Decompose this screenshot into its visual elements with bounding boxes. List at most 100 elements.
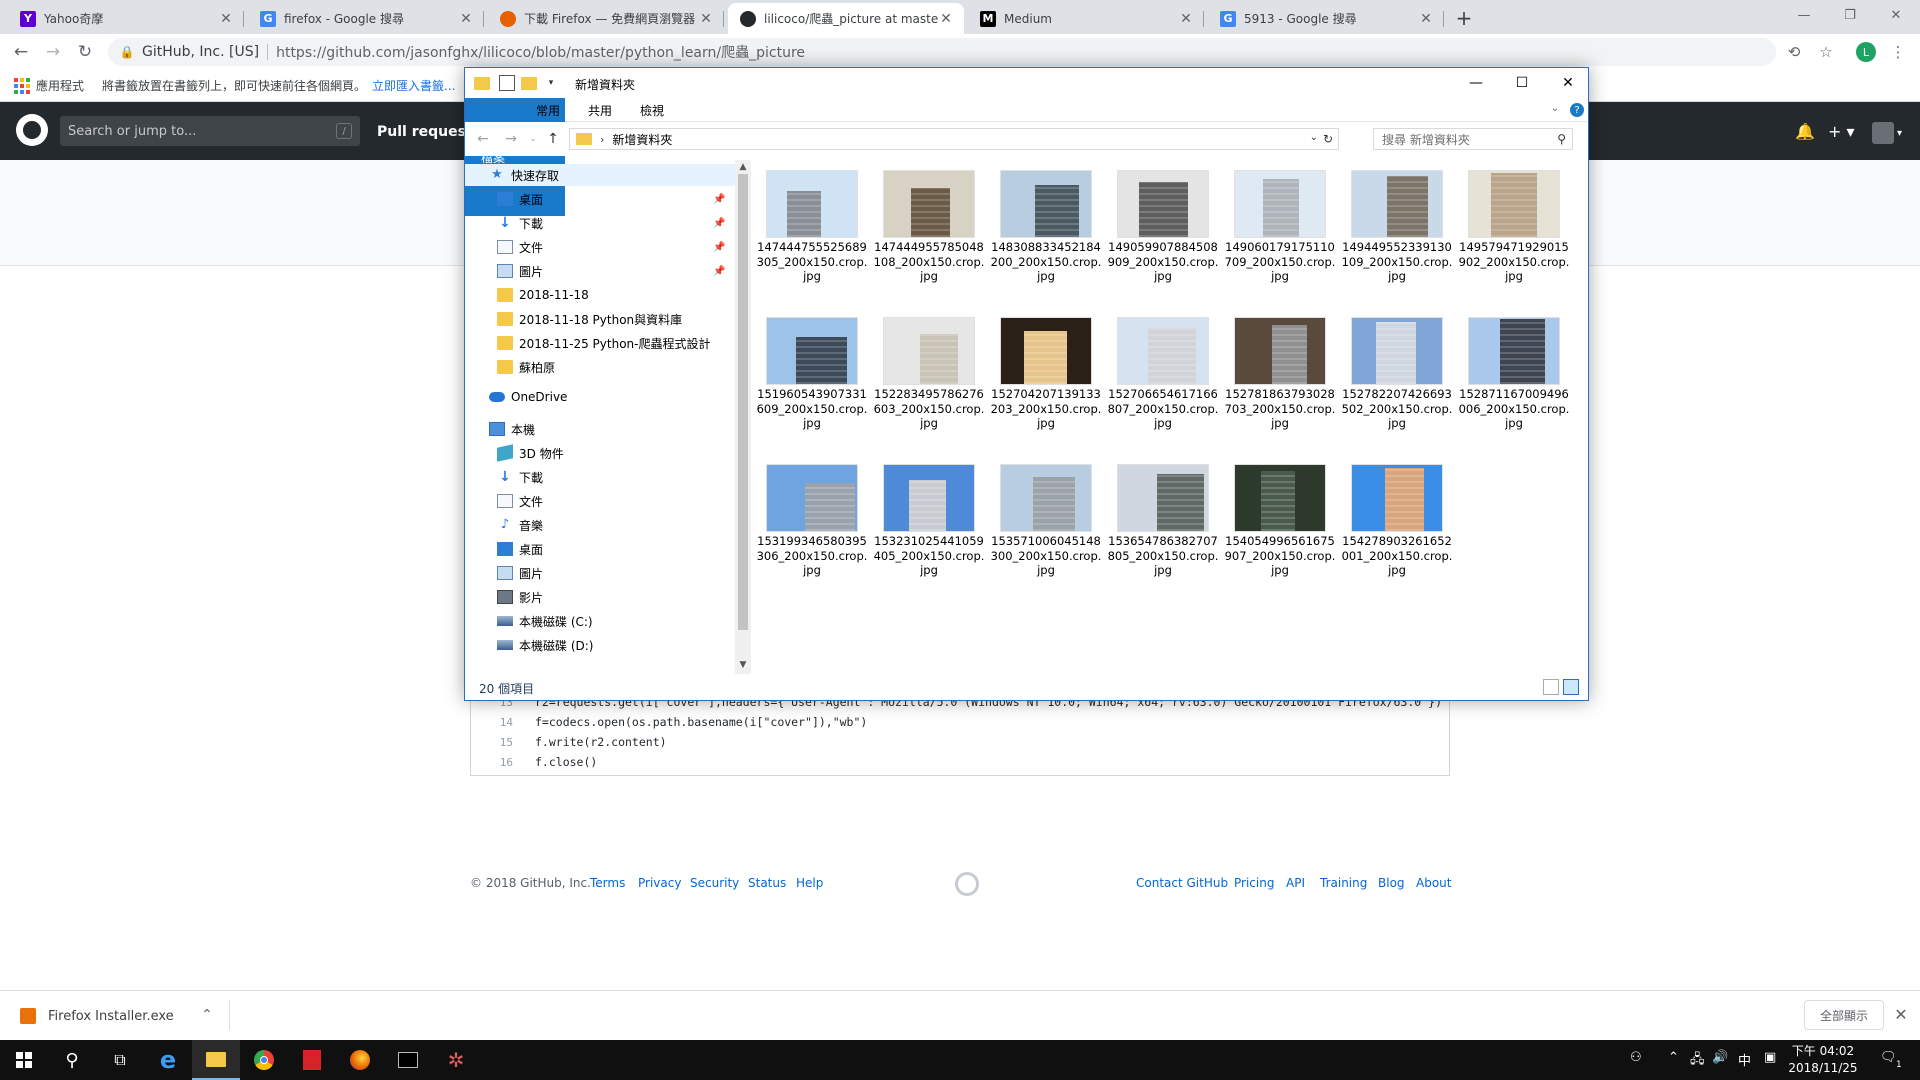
nav-item[interactable]: 圖片 bbox=[465, 562, 735, 584]
terminal-icon[interactable] bbox=[384, 1040, 432, 1080]
explorer-search-input[interactable]: 搜尋 新增資料夾 ⚲ bbox=[1373, 128, 1573, 150]
scroll-down-icon[interactable]: ▼ bbox=[738, 660, 748, 670]
browser-tab[interactable]: Y Yahoo奇摩 ✕ bbox=[8, 3, 244, 34]
nav-item[interactable]: ★ 快速存取 bbox=[465, 164, 735, 186]
new-folder-icon[interactable] bbox=[521, 77, 537, 90]
tab-close-icon[interactable]: ✕ bbox=[1418, 11, 1434, 27]
file-item[interactable]: 149059907884508909_200x150.crop.jpg bbox=[1106, 160, 1218, 283]
notifications-bell-icon[interactable]: 🔔 bbox=[1795, 122, 1815, 141]
scroll-up-icon[interactable]: ▲ bbox=[738, 162, 748, 172]
scroll-thumb[interactable] bbox=[738, 174, 748, 630]
footer-link-training[interactable]: Training bbox=[1320, 876, 1367, 890]
reload-icon[interactable]: ↻ bbox=[74, 41, 96, 63]
ribbon-tab-home[interactable]: 常用 bbox=[520, 98, 576, 122]
nav-item[interactable]: 本機 bbox=[465, 418, 735, 440]
file-item[interactable]: 153571006045148300_200x150.crop.jpg bbox=[989, 454, 1101, 577]
volume-icon[interactable]: 🔊 bbox=[1712, 1050, 1728, 1065]
nav-item[interactable]: 本機磁碟 (D:) bbox=[465, 634, 735, 656]
forward-icon[interactable]: → bbox=[42, 41, 64, 63]
nav-item[interactable]: 桌面 bbox=[465, 538, 735, 560]
firefox-taskbar-icon[interactable] bbox=[336, 1040, 384, 1080]
restore-icon[interactable]: ❐ bbox=[1827, 5, 1873, 25]
expand-ribbon-icon[interactable]: ⌄ bbox=[1548, 101, 1562, 115]
explorer-path-bar[interactable]: › 新增資料夾 ⌄ ↻ bbox=[569, 128, 1339, 150]
acrobat-icon[interactable] bbox=[288, 1040, 336, 1080]
nav-item[interactable]: 2018-11-25 Python-爬蟲程式設計 bbox=[465, 332, 735, 354]
tab-close-icon[interactable]: ✕ bbox=[458, 11, 474, 27]
github-logo-icon[interactable] bbox=[16, 114, 48, 146]
close-icon[interactable]: ✕ bbox=[1873, 5, 1919, 25]
new-tab-button[interactable]: + bbox=[1453, 6, 1475, 30]
file-item[interactable]: 153231025441059405_200x150.crop.jpg bbox=[872, 454, 984, 577]
file-item[interactable]: 152704207139133203_200x150.crop.jpg bbox=[989, 307, 1101, 430]
people-icon[interactable]: ⚇ bbox=[1630, 1050, 1642, 1065]
menu-icon[interactable]: ⋮ bbox=[1888, 42, 1908, 62]
tray-chevron-icon[interactable]: ⌃ bbox=[1668, 1050, 1679, 1065]
nav-item[interactable]: ↓ 下載 📌 bbox=[465, 212, 735, 234]
file-item[interactable]: 154054996561675907_200x150.crop.jpg bbox=[1223, 454, 1335, 577]
refresh-icon[interactable]: ↻ bbox=[1320, 131, 1336, 147]
github-search-input[interactable]: Search or jump to... / bbox=[60, 116, 360, 146]
file-item[interactable]: 152782207426693502_200x150.crop.jpg bbox=[1340, 307, 1452, 430]
footer-link-api[interactable]: API bbox=[1286, 876, 1305, 890]
file-item[interactable]: 149579471929015902_200x150.crop.jpg bbox=[1457, 160, 1569, 283]
help-icon[interactable]: ? bbox=[1570, 103, 1584, 117]
close-download-bar-icon[interactable]: ✕ bbox=[1892, 1005, 1910, 1024]
footer-link-blog[interactable]: Blog bbox=[1378, 876, 1405, 890]
path-crumb[interactable]: 新增資料夾 bbox=[612, 131, 672, 148]
file-item[interactable]: 149449552339130109_200x150.crop.jpg bbox=[1340, 160, 1452, 283]
line-number[interactable]: 15 bbox=[471, 736, 513, 749]
explorer-minimize-icon[interactable]: — bbox=[1453, 68, 1499, 98]
nav-item[interactable]: 桌面 📌 bbox=[465, 188, 735, 210]
line-number[interactable]: 14 bbox=[471, 716, 513, 729]
user-avatar[interactable] bbox=[1872, 122, 1894, 144]
nav-item[interactable]: 文件 bbox=[465, 490, 735, 512]
file-item[interactable]: 154278903261652001_200x150.crop.jpg bbox=[1340, 454, 1452, 577]
back-icon[interactable]: ← bbox=[10, 41, 32, 63]
footer-link-about[interactable]: About bbox=[1416, 876, 1451, 890]
file-item[interactable]: 148308833452184200_200x150.crop.jpg bbox=[989, 160, 1101, 283]
recent-locations-icon[interactable]: ⌄ bbox=[525, 131, 541, 147]
file-item[interactable]: 147444955785048108_200x150.crop.jpg bbox=[872, 160, 984, 283]
address-bar[interactable]: 🔒 GitHub, Inc. [US] https://github.com/j… bbox=[108, 38, 1776, 66]
import-bookmarks-link[interactable]: 立即匯入書籤... bbox=[372, 77, 455, 94]
file-item[interactable]: 149060179175110709_200x150.crop.jpg bbox=[1223, 160, 1335, 283]
tab-close-icon[interactable]: ✕ bbox=[218, 11, 234, 27]
ime-mode-icon[interactable]: ▣ bbox=[1764, 1050, 1776, 1065]
task-view-icon[interactable]: ⧉ bbox=[96, 1040, 144, 1080]
file-item[interactable]: 152706654617166807_200x150.crop.jpg bbox=[1106, 307, 1218, 430]
path-chevron-icon[interactable]: › bbox=[600, 133, 604, 146]
translate-icon[interactable]: ⟲ bbox=[1784, 42, 1804, 62]
file-item[interactable]: 152283495786276603_200x150.crop.jpg bbox=[872, 307, 984, 430]
github-footer-logo-icon[interactable] bbox=[955, 872, 979, 896]
profile-avatar[interactable]: L bbox=[1856, 42, 1876, 62]
explorer-close-icon[interactable]: ✕ bbox=[1545, 68, 1591, 98]
windows-start-icon[interactable] bbox=[0, 1040, 48, 1080]
footer-link-security[interactable]: Security bbox=[690, 876, 739, 890]
file-item[interactable]: 153199346580395306_200x150.crop.jpg bbox=[755, 454, 867, 577]
browser-tab[interactable]: lilicoco/爬蟲_picture at master ✕ bbox=[728, 3, 964, 34]
file-item[interactable]: 152781863793028703_200x150.crop.jpg bbox=[1223, 307, 1335, 430]
ribbon-tab-view[interactable]: 檢視 bbox=[624, 98, 680, 122]
browser-tab[interactable]: M Medium ✕ bbox=[968, 3, 1204, 34]
browser-tab[interactable]: 下載 Firefox — 免費網頁瀏覽器 ✕ bbox=[488, 3, 724, 34]
tab-close-icon[interactable]: ✕ bbox=[698, 11, 714, 27]
nav-item[interactable]: 圖片 📌 bbox=[465, 260, 735, 282]
chrome-icon[interactable] bbox=[240, 1040, 288, 1080]
browser-tab[interactable]: Gfirefox - Google 搜尋 ✕ bbox=[248, 3, 484, 34]
nav-item[interactable]: 2018-11-18 bbox=[465, 284, 735, 306]
tab-close-icon[interactable]: ✕ bbox=[1178, 11, 1194, 27]
properties-icon[interactable] bbox=[499, 75, 515, 91]
app-gear-icon[interactable]: ✲ bbox=[432, 1040, 480, 1080]
show-all-downloads-button[interactable]: 全部顯示 bbox=[1804, 1000, 1884, 1030]
explorer-forward-icon[interactable]: → bbox=[503, 131, 519, 147]
nav-item[interactable]: 蘇柏原 bbox=[465, 356, 735, 378]
apps-link[interactable]: 應用程式 bbox=[36, 77, 84, 94]
browser-tab[interactable]: G 5913 - Google 搜尋 ✕ bbox=[1208, 3, 1444, 34]
ime-indicator[interactable]: 中 bbox=[1738, 1050, 1751, 1069]
ribbon-tab-share[interactable]: 共用 bbox=[572, 98, 628, 122]
download-item[interactable]: Firefox Installer.exe bbox=[48, 1009, 174, 1024]
footer-link-terms[interactable]: Terms bbox=[590, 876, 625, 890]
footer-link-help[interactable]: Help bbox=[796, 876, 823, 890]
path-dropdown-icon[interactable]: ⌄ bbox=[1310, 132, 1318, 143]
